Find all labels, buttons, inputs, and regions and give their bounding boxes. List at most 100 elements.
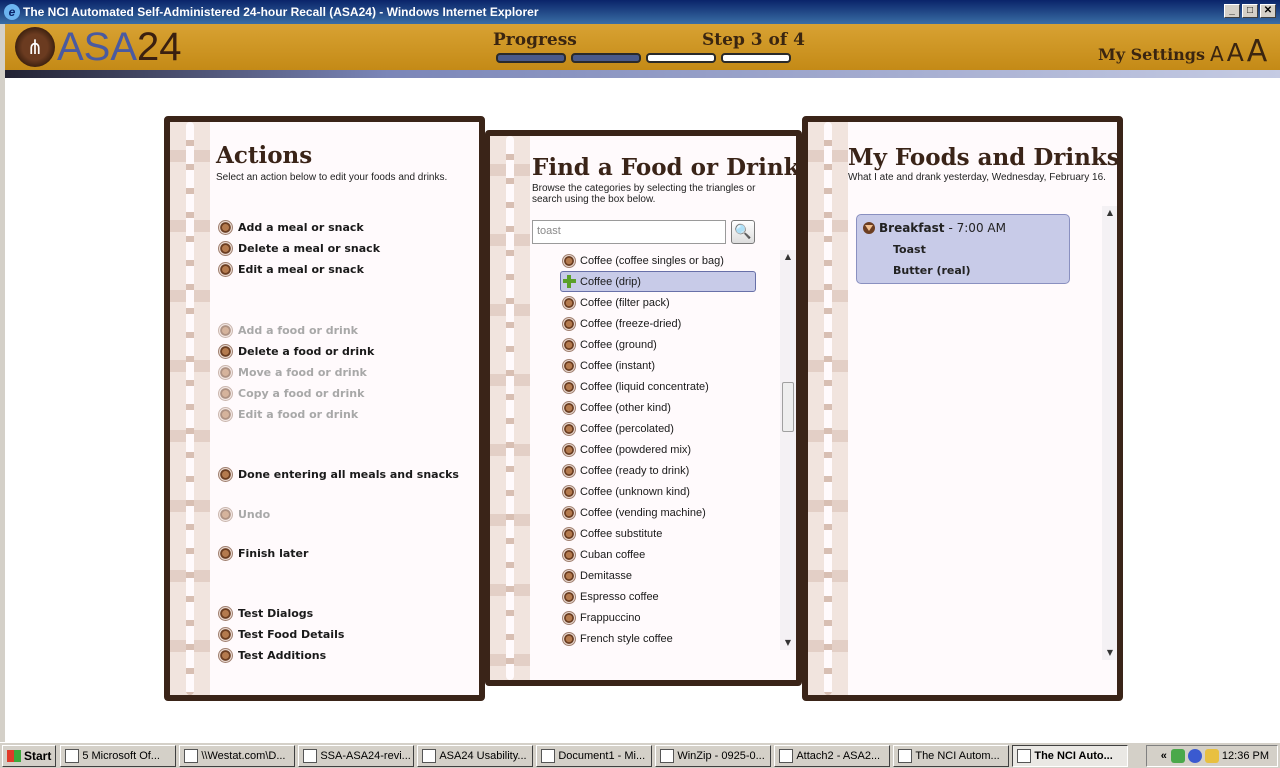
app-icon [898, 748, 913, 763]
food-label: Coffee (powdered mix) [580, 443, 692, 456]
food-label: Cuban coffee [580, 548, 646, 561]
app-icon [303, 748, 318, 763]
action-copy-a-food-or-drink: Copy a food or drink [218, 386, 364, 401]
action-label: Delete a meal or snack [238, 242, 381, 255]
notification-icon[interactable] [1204, 749, 1219, 763]
scroll-up-icon[interactable]: ▲ [780, 250, 796, 264]
font-size-medium-button[interactable]: A [1227, 38, 1244, 67]
action-edit-a-meal-or-snack[interactable]: Edit a meal or snack [218, 262, 364, 277]
taskbar-item[interactable]: \\Westat.com\D... [179, 744, 296, 767]
food-item[interactable]: Cuban coffee [560, 544, 760, 565]
action-bullet-icon [218, 407, 233, 422]
taskbar-item[interactable]: Attach2 - ASA2... [774, 744, 891, 767]
action-finish-later[interactable]: Finish later [218, 546, 308, 561]
food-bullet-icon [562, 253, 576, 268]
scroll-down-icon[interactable]: ▼ [1102, 646, 1117, 660]
food-bullet-icon [562, 484, 576, 499]
clock: 12:36 PM [1221, 750, 1269, 762]
food-bullet-icon [562, 337, 576, 352]
food-bullet-icon [562, 568, 576, 583]
scroll-down-icon[interactable]: ▼ [780, 636, 796, 650]
scroll-up-icon[interactable]: ▲ [1102, 206, 1117, 220]
action-label: Delete a food or drink [238, 345, 375, 358]
taskbar-item[interactable]: ASA24 Usability... [417, 744, 534, 767]
action-label: Add a food or drink [238, 324, 358, 337]
taskbar-item[interactable]: The NCI Auto... [1012, 744, 1129, 767]
taskbar-item[interactable]: SSA-ASA24-revi... [298, 744, 415, 767]
font-size-large-button[interactable]: A [1247, 34, 1268, 69]
tray-expand-icon[interactable]: « [1161, 750, 1167, 762]
progress-segment [571, 53, 641, 63]
food-item[interactable]: Demitasse [560, 565, 760, 586]
food-label: Espresso coffee [580, 590, 659, 603]
action-test-dialogs[interactable]: Test Dialogs [218, 606, 313, 621]
food-item[interactable]: Coffee (instant) [560, 355, 760, 376]
action-delete-a-meal-or-snack[interactable]: Delete a meal or snack [218, 241, 380, 256]
food-item[interactable]: Frappuccino [560, 607, 760, 628]
food-item[interactable]: Coffee (ground) [560, 334, 760, 355]
action-label: Add a meal or snack [238, 221, 364, 234]
my-foods-scrollbar[interactable]: ▲ ▼ [1102, 206, 1117, 660]
food-item[interactable]: Coffee (ready to drink) [560, 460, 760, 481]
food-item[interactable]: Coffee (percolated) [560, 418, 760, 439]
food-label: Coffee (drip) [580, 275, 641, 288]
food-item[interactable]: Coffee (freeze-dried) [560, 313, 760, 334]
food-bullet-icon [562, 589, 576, 604]
taskbar-item[interactable]: 5 Microsoft Of... [60, 744, 177, 767]
add-plus-icon[interactable] [563, 275, 576, 288]
scroll-thumb[interactable] [782, 382, 794, 432]
progress-segment [646, 53, 716, 63]
meal-food-item[interactable]: Toast [893, 243, 926, 256]
action-done-entering-all-meals-and-snacks[interactable]: Done entering all meals and snacks [218, 467, 459, 482]
action-test-food-details[interactable]: Test Food Details [218, 627, 344, 642]
find-food-title: Find a Food or Drink [532, 154, 800, 181]
food-label: Coffee (percolated) [580, 422, 674, 435]
food-item[interactable]: Coffee (powdered mix) [560, 439, 760, 460]
meal-food-item[interactable]: Butter (real) [893, 264, 971, 277]
taskbar-item[interactable]: WinZip - 0925-0... [655, 744, 772, 767]
action-label: Finish later [238, 547, 309, 560]
meal-header[interactable]: Breakfast - 7:00 AM [863, 221, 1006, 235]
meal-card[interactable]: Breakfast - 7:00 AM Toast Butter (real) [856, 214, 1070, 284]
taskbar-item[interactable]: Document1 - Mi... [536, 744, 653, 767]
food-item[interactable]: Coffee (other kind) [560, 397, 760, 418]
food-item[interactable]: Coffee (unknown kind) [560, 481, 760, 502]
food-item[interactable]: Coffee (coffee singles or bag) [560, 250, 760, 271]
system-tray: « 12:36 PM [1146, 745, 1278, 767]
my-settings-link[interactable]: My Settings [1098, 45, 1205, 64]
search-button[interactable]: 🔍 [731, 220, 755, 244]
minimize-icon[interactable]: _ [1224, 4, 1240, 18]
action-add-a-meal-or-snack[interactable]: Add a meal or snack [218, 220, 364, 235]
food-label: Coffee (filter pack) [580, 296, 670, 309]
internet-explorer-icon: e [4, 4, 20, 20]
food-list-scrollbar[interactable]: ▲ ▼ [780, 250, 796, 650]
food-item[interactable]: French style coffee [560, 628, 760, 649]
action-test-additions[interactable]: Test Additions [218, 648, 326, 663]
maximize-icon[interactable]: □ [1242, 4, 1258, 18]
taskbar-item-label: The NCI Autom... [915, 749, 1000, 762]
font-size-small-button[interactable]: A [1210, 42, 1224, 66]
food-item[interactable]: Espresso coffee [560, 586, 760, 607]
taskbar-item[interactable]: The NCI Autom... [893, 744, 1010, 767]
food-label: Coffee substitute [580, 527, 663, 540]
action-label: Test Additions [238, 649, 327, 662]
action-label: Copy a food or drink [238, 387, 365, 400]
network-icon[interactable] [1170, 749, 1185, 763]
food-label: Coffee (coffee singles or bag) [580, 254, 724, 267]
food-label: Coffee (vending machine) [580, 506, 706, 519]
food-list: Coffee (coffee singles or bag) Coffee (dr… [560, 250, 760, 650]
food-item[interactable]: Coffee substitute [560, 523, 760, 544]
close-icon[interactable]: ✕ [1260, 4, 1276, 18]
app-icon [65, 748, 80, 763]
search-input[interactable]: toast [532, 220, 726, 244]
collapse-triangle-icon[interactable] [863, 222, 875, 234]
activity-icon[interactable] [1187, 749, 1202, 763]
food-item[interactable]: Coffee (drip) [560, 271, 756, 292]
food-item[interactable]: Coffee (filter pack) [560, 292, 760, 313]
taskbar: Start 5 Microsoft Of... \\Westat.com\D...… [0, 742, 1280, 768]
food-item[interactable]: Coffee (vending machine) [560, 502, 760, 523]
food-item[interactable]: Coffee (liquid concentrate) [560, 376, 760, 397]
action-label: Move a food or drink [238, 366, 367, 379]
start-button[interactable]: Start [2, 744, 57, 767]
action-delete-a-food-or-drink[interactable]: Delete a food or drink [218, 344, 374, 359]
